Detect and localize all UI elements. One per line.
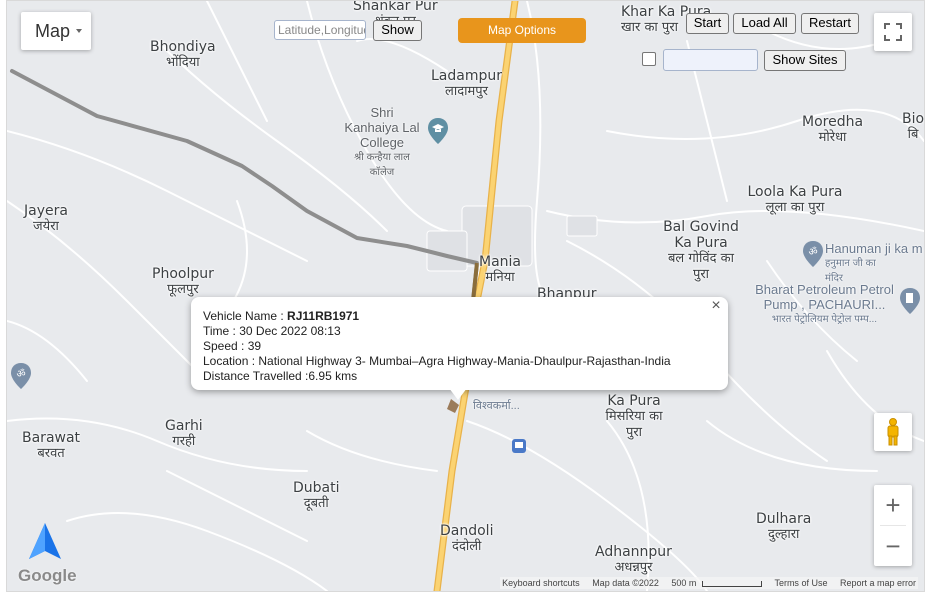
restart-button[interactable]: Restart (801, 13, 859, 34)
vehicle-name-row: Vehicle Name : RJ11RB1971 (203, 309, 360, 323)
bus-stop-icon[interactable] (512, 439, 526, 453)
fullscreen-button[interactable] (874, 13, 912, 51)
place-jayera: Jayera जयेरा (24, 203, 68, 234)
distance-row: Distance Travelled :6.95 kms (203, 369, 358, 383)
place-of-worship-icon[interactable]: ॐ (11, 363, 31, 389)
location-row: Location : National Highway 3- Mumbai–Ag… (203, 354, 671, 368)
load-all-button[interactable]: Load All (733, 13, 796, 34)
speed-row: Speed : 39 (203, 339, 262, 353)
show-sites-button[interactable]: Show Sites (764, 50, 846, 71)
vehicle-info-popup: Vehicle Name : RJ11RB1971 Time : 30 Dec … (191, 297, 728, 390)
svg-text:ॐ: ॐ (808, 246, 817, 258)
place-mania: Mania मनिया (479, 254, 521, 285)
place-dulhara: Dulhara दुल्हारा (756, 511, 812, 542)
place-dandoli: Dandoli दंदोली (440, 523, 494, 554)
scale-label[interactable]: 500 m (671, 578, 696, 588)
close-icon[interactable]: × (708, 298, 724, 314)
place-garhi: Garhi गरही (165, 418, 203, 449)
popup-tail (449, 388, 467, 400)
place-moredha: Moredha मोरेधा (802, 114, 864, 145)
start-button[interactable]: Start (686, 13, 729, 34)
svg-text:ॐ: ॐ (16, 368, 25, 380)
map-attribution: Keyboard shortcuts Map data ©2022 500 m … (500, 577, 918, 589)
pegman-icon (887, 418, 899, 446)
poi-temple[interactable]: Hanuman ji ka m हनुमान जी का मंदिर (825, 241, 923, 286)
place-loola-ka-pura: Loola Ka Pura लूला का पुरा (747, 184, 843, 215)
map-options-button[interactable]: Map Options (458, 18, 586, 43)
sites-input[interactable] (663, 49, 758, 71)
map-container[interactable]: Shankar Purशंकर पुर Khar Ka Puraखार का प… (6, 0, 925, 592)
poi-petrol-2: विश्वकर्मा... (473, 400, 520, 412)
temple-icon[interactable]: ॐ (803, 241, 823, 267)
brand-logo-icon (29, 523, 61, 559)
terms-link[interactable]: Terms of Use (774, 578, 827, 588)
scale-bar (701, 580, 762, 587)
place-ladampur: Ladampur लादामपुर (431, 68, 502, 99)
place-barawat: Barawat बरवत (22, 430, 81, 461)
sites-checkbox[interactable] (642, 52, 656, 66)
zoom-control: + − (874, 485, 912, 566)
keyboard-shortcuts-link[interactable]: Keyboard shortcuts (502, 578, 580, 588)
google-logo: Google (18, 566, 77, 585)
zoom-in-button[interactable]: + (874, 485, 912, 525)
poi-petrol-pump[interactable]: Bharat Petroleum Petrol Pump , PACHAURI.… (747, 282, 902, 327)
map-type-button[interactable]: Map (21, 12, 91, 50)
vehicle-name-value: RJ11RB1971 (287, 309, 360, 323)
show-button[interactable]: Show (373, 20, 422, 41)
place-phoolpur: Phoolpur फूलपुर (152, 266, 214, 297)
place-dubati: Dubati दूबती (293, 480, 340, 511)
poi-college[interactable]: Shri Kanhaiya Lal College श्री कन्हैया ला… (342, 105, 422, 180)
place-bio: Bio बि (902, 111, 925, 142)
fullscreen-icon (884, 23, 902, 41)
chevron-down-icon (76, 29, 82, 33)
lat-long-input[interactable]: Latitude,Longitude (274, 20, 366, 40)
street-view-pegman-button[interactable] (874, 413, 912, 451)
zoom-out-button[interactable]: − (874, 526, 912, 566)
petrol-icon[interactable] (900, 288, 920, 314)
college-icon[interactable] (428, 118, 448, 144)
place-bhondiya: Bhondiya भोंदिया (150, 39, 216, 70)
report-error-link[interactable]: Report a map error (840, 578, 916, 588)
place-bal-govind: Bal Govind Ka Pura बल गोविंद का पुरा (663, 219, 739, 282)
time-row: Time : 30 Dec 2022 08:13 (203, 324, 341, 338)
map-data-label: Map data ©2022 (592, 578, 659, 588)
place-adhannpur: Adhannpur अधन्नपुर (595, 544, 672, 575)
place-misariya: Ka Pura मिसरिया का पुरा (605, 393, 663, 440)
